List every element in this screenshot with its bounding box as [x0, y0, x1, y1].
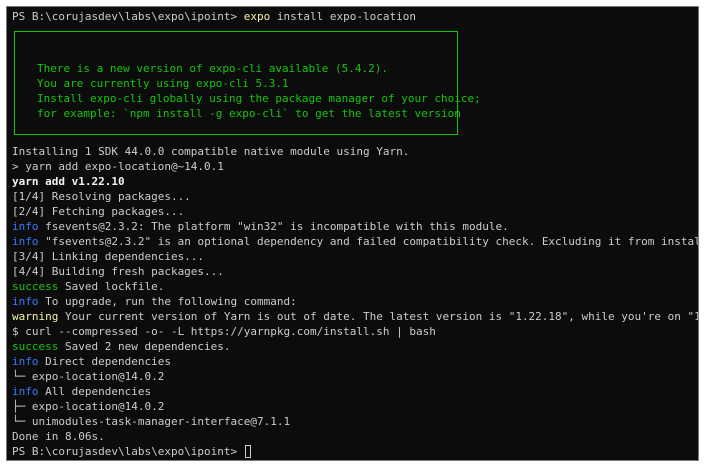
warning-tag: warning — [12, 310, 59, 323]
success-text: Saved 2 new dependencies. — [58, 340, 231, 353]
output-line: warning Your current version of Yarn is … — [12, 309, 699, 324]
info-text: To upgrade, run the following command: — [38, 295, 297, 308]
notice-line: You are currently using expo-cli 5.3.1 — [37, 77, 289, 90]
info-tag: info — [12, 235, 39, 248]
update-notice-box: There is a new version of expo-cli avail… — [14, 31, 481, 135]
output-line: > yarn add expo-location@~14.0.1 — [12, 160, 224, 173]
output-line: Done in 8.06s. — [12, 430, 105, 443]
notice-line: for example: `npm install -g expo-cli` t… — [37, 107, 461, 120]
output-line: yarn add v1.22.10 — [12, 175, 125, 188]
text-cursor[interactable] — [244, 445, 251, 458]
info-tag: info — [12, 220, 39, 233]
output-line: [2/4] Fetching packages... — [12, 205, 185, 218]
dependency-line: └─ expo-location@14.0.2 — [12, 370, 165, 383]
output-line: success Saved 2 new dependencies. — [12, 339, 231, 354]
success-tag: success — [12, 340, 59, 353]
output-line: info To upgrade, run the following comma… — [12, 294, 297, 309]
warning-text: Your current version of Yarn is out of d… — [58, 310, 699, 323]
output-line: $ curl --compressed -o- -L https://yarnp… — [12, 325, 436, 338]
info-text: "fsevents@2.3.2" is an optional dependen… — [38, 235, 699, 248]
success-tag: success — [12, 280, 59, 293]
command-args: install expo-location — [270, 10, 416, 23]
info-text: All dependencies — [38, 385, 152, 398]
dependency-line: ├─ expo-location@14.0.2 — [12, 400, 165, 413]
info-text: Direct dependencies — [38, 355, 171, 368]
prompt-path: PS B:\corujasdev\labs\expo\ipoint> — [12, 10, 244, 23]
output-line: info fsevents@2.3.2: The platform "win32… — [12, 219, 509, 234]
output-line: [3/4] Linking dependencies... — [12, 250, 205, 263]
info-tag: info — [12, 295, 39, 308]
success-text: Saved lockfile. — [58, 280, 165, 293]
info-text: fsevents@2.3.2: The platform "win32" is … — [38, 220, 509, 233]
final-prompt-line[interactable]: PS B:\corujasdev\labs\expo\ipoint> — [12, 444, 251, 459]
dependency-line: └─ unimodules-task-manager-interface@7.1… — [12, 415, 291, 428]
prompt-line: PS B:\corujasdev\labs\expo\ipoint> expo … — [12, 9, 416, 24]
output-line: info Direct dependencies — [12, 354, 171, 369]
notice-line: There is a new version of expo-cli avail… — [37, 62, 388, 75]
prompt-path: PS B:\corujasdev\labs\expo\ipoint> — [12, 445, 244, 458]
notice-line: Install expo-cli globally using the pack… — [37, 92, 481, 105]
terminal-window[interactable]: PS B:\corujasdev\labs\expo\ipoint> expo … — [6, 6, 699, 461]
info-tag: info — [12, 385, 39, 398]
output-line: info All dependencies — [12, 384, 151, 399]
info-tag: info — [12, 355, 39, 368]
output-line: Installing 1 SDK 44.0.0 compatible nativ… — [12, 145, 410, 158]
output-line: info "fsevents@2.3.2" is an optional dep… — [12, 234, 699, 249]
output-line: [4/4] Building fresh packages... — [12, 265, 224, 278]
output-line: [1/4] Resolving packages... — [12, 190, 191, 203]
output-line: success Saved lockfile. — [12, 279, 164, 294]
command-name: expo — [243, 10, 271, 23]
